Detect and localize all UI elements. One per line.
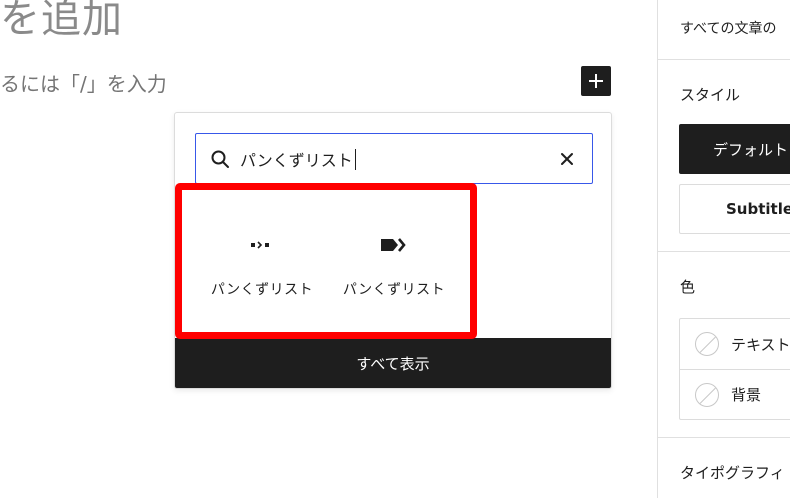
color-panel-heading: 色 — [680, 278, 696, 296]
background-color-label: 背景 — [731, 386, 762, 404]
editor-canvas: を追加 るには「/」を入力 パンくずリスト パンくずリスト パンくずリスト すべ… — [0, 0, 656, 498]
empty-color-swatch-icon — [695, 382, 719, 407]
breadcrumb-dots-icon — [251, 241, 269, 249]
block-result-breadcrumbs-2[interactable]: パンくずリスト — [328, 199, 460, 337]
search-icon — [211, 150, 229, 168]
breadcrumb-arrows-icon — [381, 238, 406, 252]
block-search-results: パンくずリスト パンくずリスト — [183, 199, 473, 337]
styles-panel-heading: スタイル — [680, 86, 741, 104]
block-settings-sidebar: すべての文章の スタイル デフォルト Subtitle 色 テキスト 背景 タイ… — [657, 0, 790, 498]
paragraph-placeholder[interactable]: るには「/」を入力 — [0, 68, 167, 97]
block-search-input[interactable] — [240, 144, 540, 174]
style-subtitle-button[interactable]: Subtitle — [679, 184, 790, 234]
empty-color-swatch-icon — [695, 332, 719, 356]
style-default-button[interactable]: デフォルト — [679, 124, 790, 174]
browse-all-button[interactable]: すべて表示 — [175, 338, 611, 388]
block-result-breadcrumbs-1[interactable]: パンくずリスト — [196, 199, 328, 337]
block-search-field[interactable] — [195, 133, 593, 184]
block-result-label: パンくずリスト — [210, 282, 314, 298]
text-color-label: テキスト — [731, 335, 790, 354]
block-inserter-popover: パンくずリスト パンくずリスト すべて表示 — [174, 112, 612, 389]
color-settings-group: テキスト 背景 — [679, 318, 790, 420]
heading-block-text[interactable]: を追加 — [0, 0, 123, 44]
typography-panel-heading[interactable]: タイポグラフィ — [680, 462, 785, 483]
text-color-option[interactable]: テキスト — [680, 319, 790, 369]
block-description: すべての文章の — [680, 21, 777, 37]
add-block-button[interactable] — [581, 66, 611, 96]
text-caret — [355, 149, 356, 170]
block-description-section: すべての文章の — [658, 0, 790, 60]
clear-search-icon[interactable] — [558, 150, 576, 168]
block-result-label: パンくずリスト — [342, 282, 446, 298]
background-color-option[interactable]: 背景 — [680, 369, 790, 419]
